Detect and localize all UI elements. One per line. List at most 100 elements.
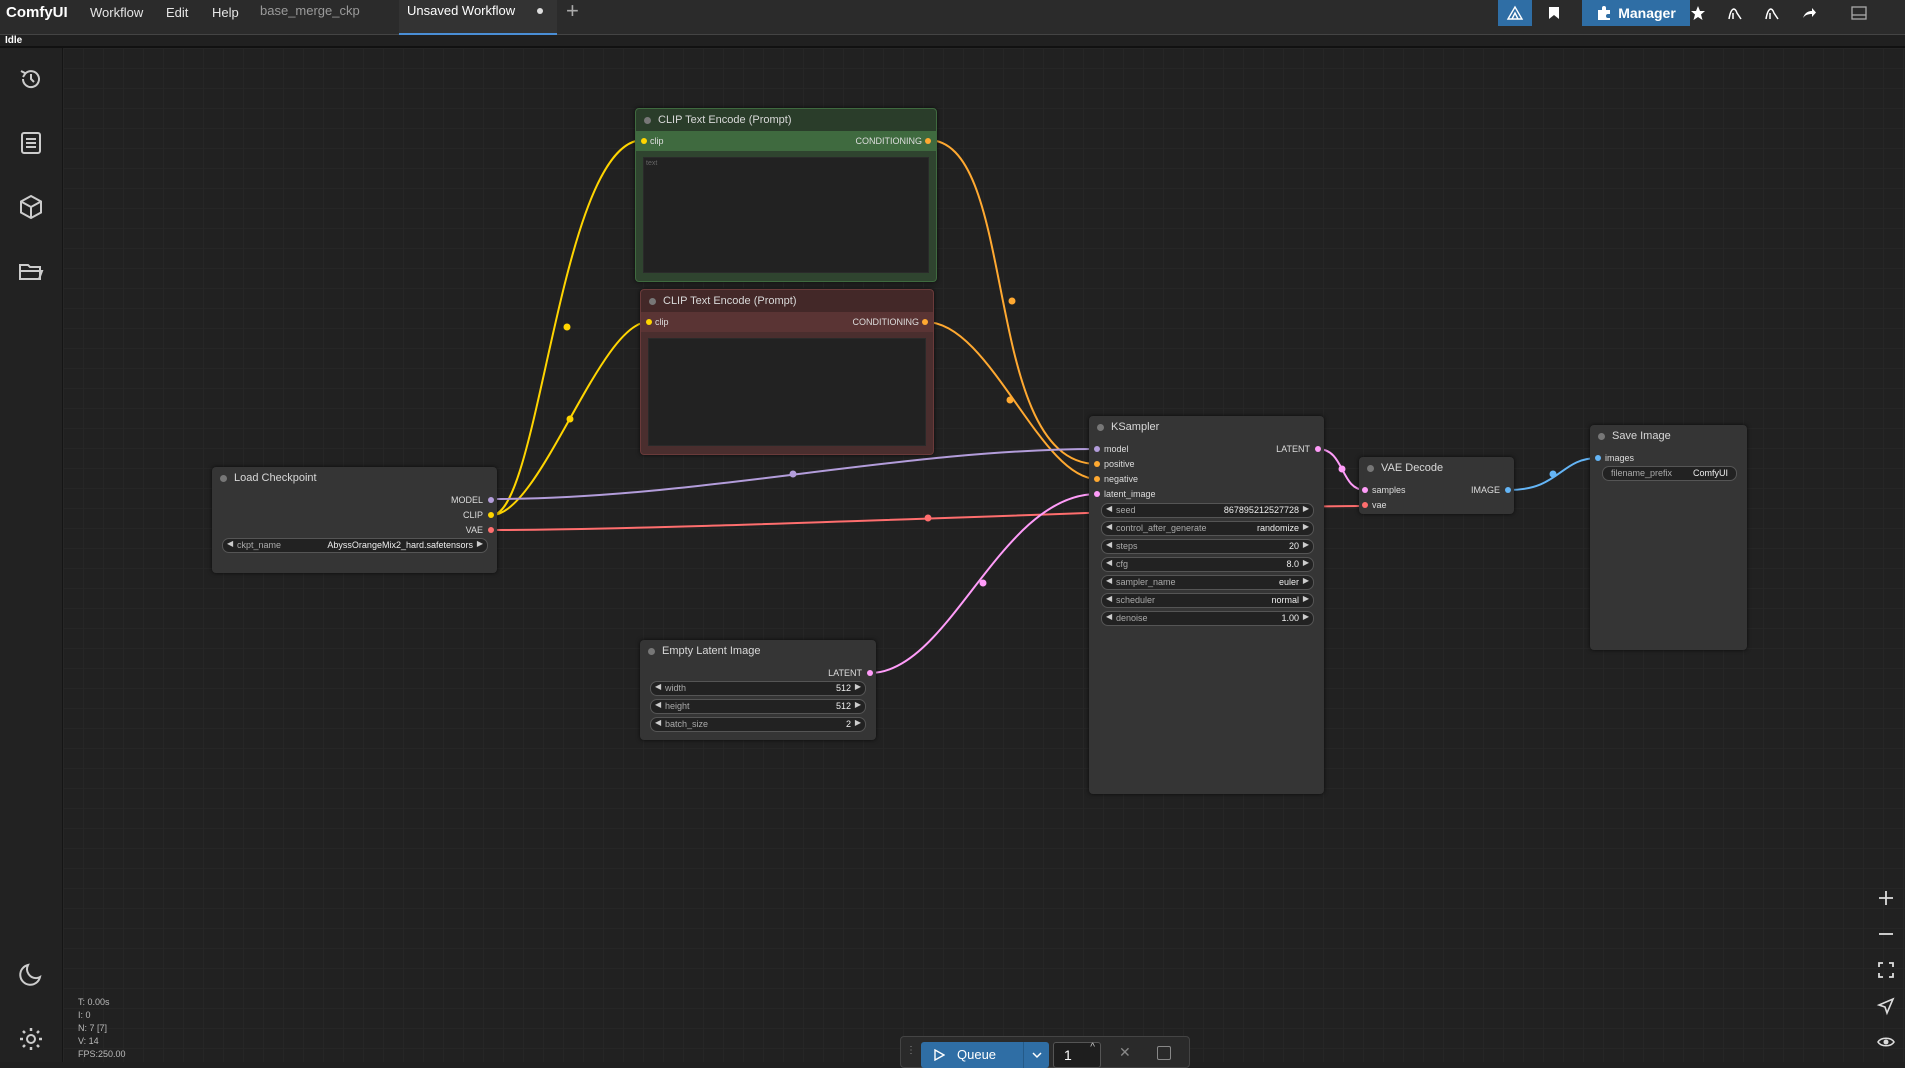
tab-unsaved-workflow[interactable]: Unsaved Workflow xyxy=(399,0,557,35)
decrement-arrow-icon[interactable]: ◀ xyxy=(655,718,661,727)
theme-toggle-moon-icon[interactable] xyxy=(17,960,45,988)
prompt-textarea[interactable] xyxy=(648,338,926,446)
input-slot-samples[interactable] xyxy=(1362,487,1368,493)
queue-options-chevron-icon[interactable] xyxy=(1023,1042,1050,1068)
output-slot-image[interactable] xyxy=(1505,487,1511,493)
widget-label: filename_prefix xyxy=(1611,468,1673,478)
zoom-in-icon[interactable] xyxy=(1876,888,1896,908)
increment-chevron-icon[interactable]: ^ xyxy=(1090,1042,1095,1053)
node-title[interactable]: CLIP Text Encode (Prompt) xyxy=(636,109,936,131)
increment-arrow-icon[interactable]: ▶ xyxy=(1303,504,1309,513)
fit-view-icon[interactable] xyxy=(1876,960,1896,980)
increment-arrow-icon[interactable]: ▶ xyxy=(1303,612,1309,621)
widget-control-after-generate[interactable]: ◀ control_after_generate randomize ▶ xyxy=(1101,521,1314,536)
node-save-image[interactable]: Save Image images filename_prefix ComfyU… xyxy=(1590,425,1747,650)
decrement-arrow-icon[interactable]: ◀ xyxy=(1106,522,1112,531)
output-slot-vae[interactable] xyxy=(488,527,494,533)
menu-help[interactable]: Help xyxy=(212,5,239,20)
widget-height[interactable]: ◀ height 512 ▶ xyxy=(650,699,866,714)
output-slot-model[interactable] xyxy=(488,497,494,503)
increment-arrow-icon[interactable]: ▶ xyxy=(477,539,483,548)
input-slot-clip[interactable] xyxy=(646,319,652,325)
prompt-textarea[interactable]: text xyxy=(643,157,929,273)
widget-width[interactable]: ◀ width 512 ▶ xyxy=(650,681,866,696)
queue-history-icon[interactable] xyxy=(17,65,45,93)
output-slot-latent[interactable] xyxy=(1315,446,1321,452)
share-button[interactable] xyxy=(1796,0,1822,26)
batch-count-input[interactable]: 1 ^ xyxy=(1053,1042,1101,1068)
node-title[interactable]: CLIP Text Encode (Prompt) xyxy=(641,290,933,312)
increment-arrow-icon[interactable]: ▶ xyxy=(855,682,861,691)
model-library-icon[interactable] xyxy=(17,193,45,221)
manager-button[interactable]: Manager xyxy=(1582,0,1690,26)
decrement-arrow-icon[interactable]: ◀ xyxy=(227,539,233,548)
chart-button[interactable] xyxy=(1722,0,1748,26)
decrement-arrow-icon[interactable]: ◀ xyxy=(1106,594,1112,603)
decrement-arrow-icon[interactable]: ◀ xyxy=(655,682,661,691)
decrement-arrow-icon[interactable]: ◀ xyxy=(1106,540,1112,549)
stop-square-icon[interactable] xyxy=(1157,1046,1171,1060)
node-title[interactable]: Empty Latent Image xyxy=(640,640,876,662)
bookmark-button[interactable] xyxy=(1540,0,1568,26)
input-slot-positive[interactable] xyxy=(1094,461,1100,467)
input-slot-model[interactable] xyxy=(1094,446,1100,452)
input-slot-negative[interactable] xyxy=(1094,476,1100,482)
toggle-links-eye-icon[interactable] xyxy=(1876,1032,1896,1052)
settings-gear-icon[interactable] xyxy=(17,1025,45,1053)
output-slot-latent[interactable] xyxy=(867,670,873,676)
output-slot-clip[interactable] xyxy=(488,512,494,518)
tab-base-merge-ckp[interactable]: base_merge_ckp xyxy=(252,0,368,33)
increment-arrow-icon[interactable]: ▶ xyxy=(1303,558,1309,567)
node-clip-text-encode-positive[interactable]: CLIP Text Encode (Prompt) clip CONDITION… xyxy=(635,108,937,282)
decrement-arrow-icon[interactable]: ◀ xyxy=(1106,576,1112,585)
increment-arrow-icon[interactable]: ▶ xyxy=(1303,576,1309,585)
widget-sampler-name[interactable]: ◀ sampler_name euler ▶ xyxy=(1101,575,1314,590)
workflows-folder-icon[interactable] xyxy=(17,257,45,285)
widget-scheduler[interactable]: ◀ scheduler normal ▶ xyxy=(1101,593,1314,608)
decrement-arrow-icon[interactable]: ◀ xyxy=(655,700,661,709)
input-slot-vae[interactable] xyxy=(1362,502,1368,508)
node-vae-decode[interactable]: VAE Decode samples vae IMAGE xyxy=(1359,457,1514,514)
comfy-logo-button[interactable] xyxy=(1498,0,1532,26)
node-title[interactable]: KSampler xyxy=(1089,416,1324,438)
queue-button[interactable]: Queue xyxy=(921,1042,1049,1068)
node-clip-text-encode-negative[interactable]: CLIP Text Encode (Prompt) clip CONDITION… xyxy=(640,289,934,455)
node-library-icon[interactable] xyxy=(17,129,45,157)
chart-button-2[interactable] xyxy=(1759,0,1785,26)
increment-arrow-icon[interactable]: ▶ xyxy=(855,700,861,709)
widget-ckpt-name[interactable]: ◀ ckpt_name AbyssOrangeMix2_hard.safeten… xyxy=(222,538,488,553)
output-slot-conditioning[interactable] xyxy=(922,319,928,325)
toggle-panel-button[interactable] xyxy=(1846,0,1872,26)
add-tab-button[interactable]: + xyxy=(566,0,579,22)
widget-batch-size[interactable]: ◀ batch_size 2 ▶ xyxy=(650,717,866,732)
menu-workflow[interactable]: Workflow xyxy=(90,5,143,20)
input-slot-latent-image[interactable] xyxy=(1094,491,1100,497)
node-title[interactable]: Load Checkpoint xyxy=(212,467,497,489)
widget-steps[interactable]: ◀ steps 20 ▶ xyxy=(1101,539,1314,554)
increment-arrow-icon[interactable]: ▶ xyxy=(1303,594,1309,603)
menu-edit[interactable]: Edit xyxy=(166,5,188,20)
zoom-out-icon[interactable] xyxy=(1876,924,1896,944)
increment-arrow-icon[interactable]: ▶ xyxy=(1303,540,1309,549)
node-title[interactable]: Save Image xyxy=(1590,425,1747,447)
widget-cfg[interactable]: ◀ cfg 8.0 ▶ xyxy=(1101,557,1314,572)
cancel-x-icon[interactable]: ✕ xyxy=(1119,1044,1131,1061)
node-ksampler[interactable]: KSampler model positive negative latent_… xyxy=(1089,416,1324,794)
increment-arrow-icon[interactable]: ▶ xyxy=(1303,522,1309,531)
output-slot-conditioning[interactable] xyxy=(925,138,931,144)
input-slot-clip[interactable] xyxy=(641,138,647,144)
decrement-arrow-icon[interactable]: ◀ xyxy=(1106,612,1112,621)
increment-arrow-icon[interactable]: ▶ xyxy=(855,718,861,727)
node-empty-latent-image[interactable]: Empty Latent Image LATENT ◀ width 512 ▶ … xyxy=(640,640,876,740)
input-slot-images[interactable] xyxy=(1595,455,1601,461)
decrement-arrow-icon[interactable]: ◀ xyxy=(1106,558,1112,567)
widget-denoise[interactable]: ◀ denoise 1.00 ▶ xyxy=(1101,611,1314,626)
pointer-mode-icon[interactable] xyxy=(1876,996,1896,1016)
star-button[interactable] xyxy=(1685,0,1711,26)
node-load-checkpoint[interactable]: Load Checkpoint MODEL CLIP VAE ◀ ckpt_na… xyxy=(212,467,497,573)
decrement-arrow-icon[interactable]: ◀ xyxy=(1106,504,1112,513)
drag-handle-icon[interactable]: ⋮ xyxy=(906,1045,916,1056)
node-title[interactable]: VAE Decode xyxy=(1359,457,1514,479)
widget-seed[interactable]: ◀ seed 867895212527728 ▶ xyxy=(1101,503,1314,518)
widget-filename-prefix[interactable]: filename_prefix ComfyUI xyxy=(1602,466,1737,481)
